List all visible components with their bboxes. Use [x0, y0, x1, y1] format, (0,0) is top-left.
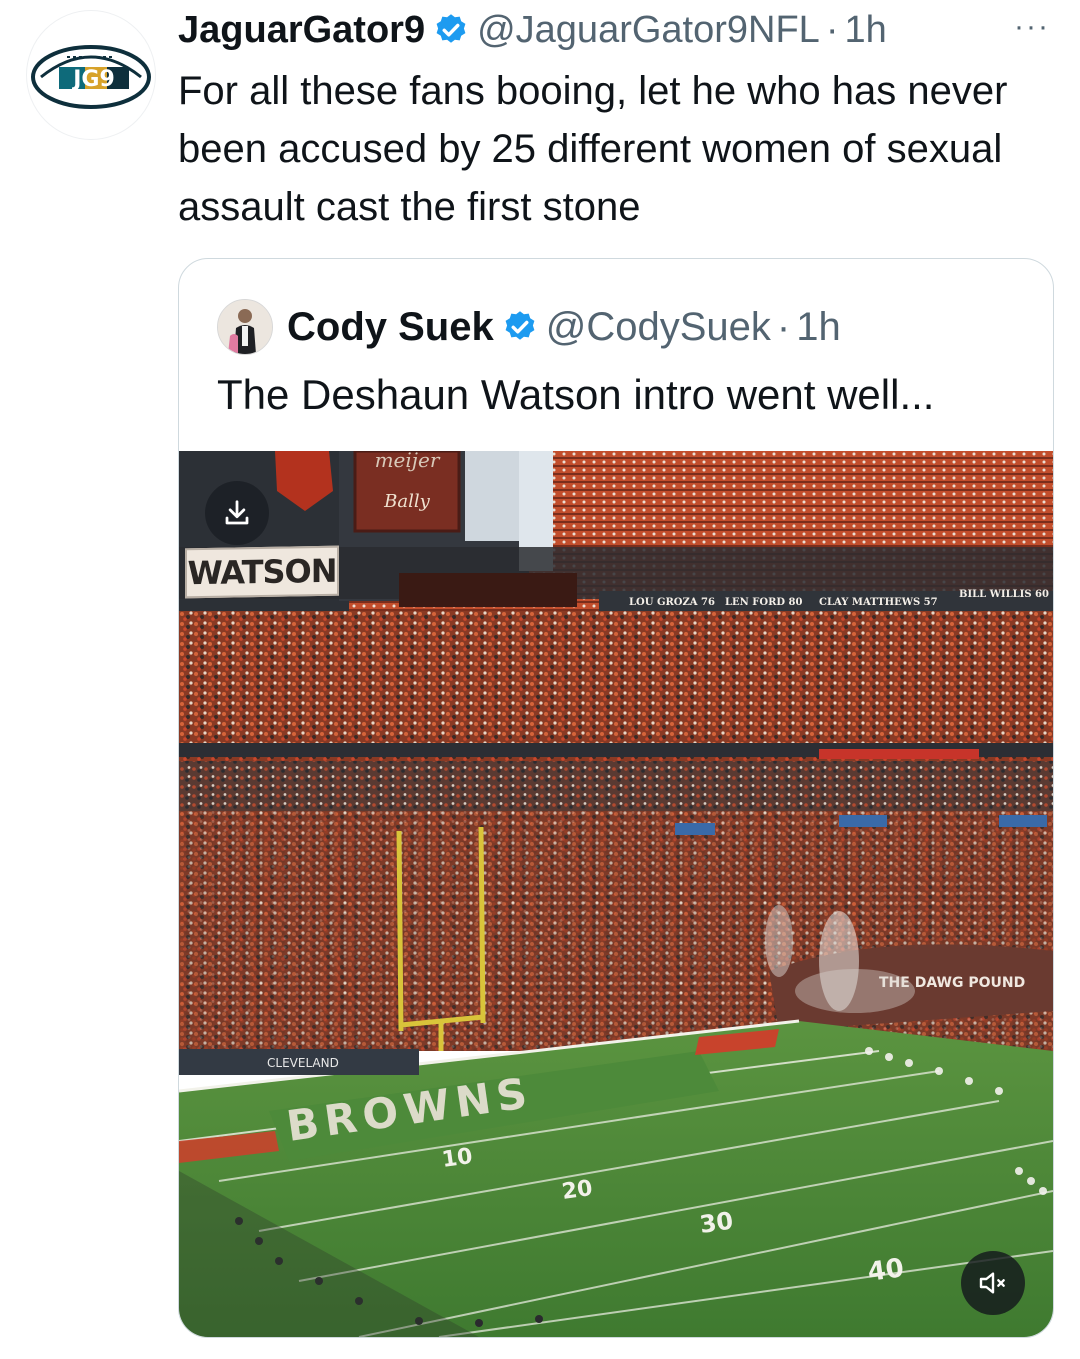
- avatar-logo-text: JG9: [71, 67, 115, 92]
- mute-button[interactable]: [961, 1251, 1025, 1315]
- yard-number-20: 20: [560, 1176, 594, 1205]
- volume-muted-icon: [979, 1272, 1005, 1294]
- more-options-icon[interactable]: ···: [1014, 10, 1050, 44]
- quoted-author-avatar[interactable]: [217, 299, 273, 355]
- author-avatar[interactable]: JG9: [26, 10, 156, 140]
- yard-number-40: 40: [866, 1253, 906, 1288]
- stadium-video[interactable]: meijer Bally LOU GROZA 76 LEN FORD 80 CL…: [179, 451, 1053, 1337]
- tweet-time[interactable]: 1h: [844, 9, 886, 52]
- wall-text: CLEVELAND: [267, 1056, 339, 1070]
- quoted-tweet-header: Cody Suek @CodySuek · 1h: [217, 299, 841, 355]
- quoted-tweet-text: The Deshaun Watson intro went well...: [217, 371, 935, 418]
- download-icon: [225, 500, 249, 525]
- ring-of-honor-4: BILL WILLIS 60: [959, 589, 1049, 600]
- sign-sponsor-top: meijer: [375, 451, 441, 472]
- verified-badge-icon: [436, 14, 466, 43]
- header-separator: ·: [825, 8, 839, 51]
- jg9-logo: JG9: [31, 45, 151, 109]
- person-avatar-icon: [218, 300, 272, 354]
- author-handle[interactable]: @JaguarGator9NFL: [477, 9, 820, 52]
- yard-number-30: 30: [698, 1207, 735, 1239]
- watson-banner: WATSON: [185, 545, 339, 599]
- download-button[interactable]: [205, 481, 269, 545]
- quoted-author-handle[interactable]: @CodySuek: [546, 305, 771, 350]
- tweet-text: For all these fans booing, let he who ha…: [178, 69, 1008, 229]
- quoted-author-name[interactable]: Cody Suek: [287, 305, 494, 350]
- ring-of-honor-1: LOU GROZA 76: [629, 597, 715, 608]
- quoted-tweet-time[interactable]: 1h: [796, 305, 841, 350]
- sign-sponsor-bally: Bally: [383, 491, 430, 512]
- tweet-header: JaguarGator9 @JaguarGator9NFL · 1h ···: [178, 6, 1050, 54]
- verified-badge-icon: [505, 311, 535, 340]
- ring-of-honor-2: LEN FORD 80: [725, 597, 803, 608]
- author-name[interactable]: JaguarGator9: [178, 9, 425, 52]
- ring-of-honor-3: CLAY MATTHEWS 57: [819, 597, 938, 608]
- yard-number-10: 10: [440, 1144, 474, 1173]
- quoted-tweet-card[interactable]: Cody Suek @CodySuek · 1h The Deshaun Wat…: [178, 258, 1054, 1338]
- quoted-header-separator: ·: [776, 304, 791, 349]
